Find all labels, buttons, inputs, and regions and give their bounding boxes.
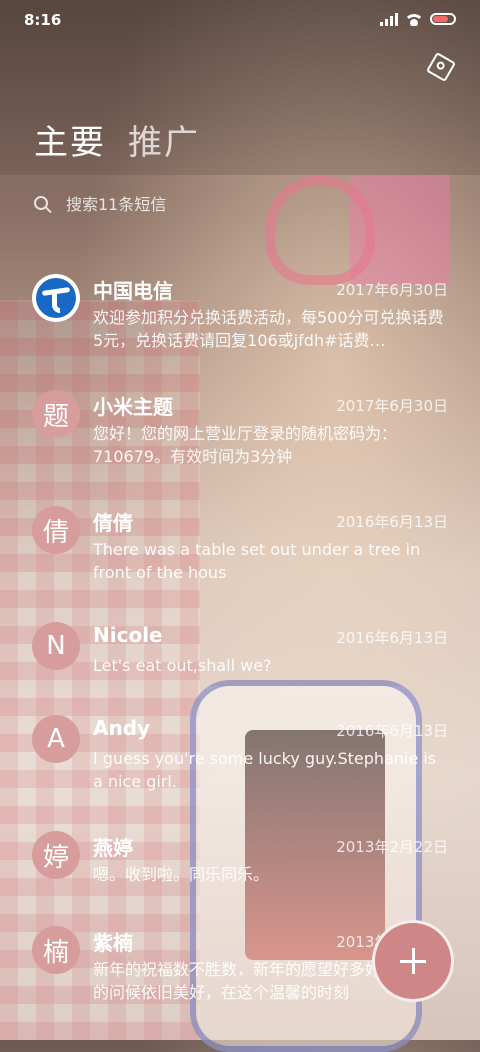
new-message-button[interactable] [372, 920, 454, 1002]
avatar[interactable]: A [32, 715, 80, 763]
status-icons [380, 12, 456, 26]
message-preview: I guess you're some lucky guy.Stephanie … [93, 749, 437, 791]
message-preview: There was a table set out under a tree i… [93, 540, 421, 582]
message-date: 2016年6月13日 [336, 722, 448, 740]
avatar[interactable]: 婷 [32, 831, 80, 879]
message-preview: 欢迎参加积分兑换话费活动，每500分可兑换话费5元，兑换话费请回复106或jfd… [93, 308, 444, 350]
search-bar[interactable]: 搜索11条短信 [34, 186, 454, 220]
contact-name: 倩倩 [93, 511, 133, 535]
search-input[interactable]: 搜索11条短信 [66, 191, 166, 215]
contact-name: 小米主题 [93, 395, 173, 419]
message-date: 2017年6月30日 [336, 281, 448, 299]
status-bar: 8:16 [0, 0, 480, 40]
message-preview: Let's eat out,shall we? [93, 656, 272, 675]
avatar[interactable] [32, 274, 80, 322]
tab-bar: 主要 推广 [34, 115, 200, 164]
tab-promotions[interactable]: 推广 [128, 115, 200, 164]
settings-icon[interactable] [425, 51, 457, 83]
message-date: 2017年6月30日 [336, 397, 448, 415]
status-time: 8:16 [24, 11, 62, 29]
contact-name: 燕婷 [93, 836, 133, 860]
avatar[interactable]: N [32, 622, 80, 670]
signal-icon [380, 12, 398, 26]
contact-name: Nicole [93, 623, 163, 647]
search-icon [34, 196, 48, 210]
contact-name: 中国电信 [93, 279, 173, 303]
message-date: 2016年6月13日 [336, 629, 448, 647]
message-preview: 嗯。收到啦。同乐同乐。 [93, 865, 270, 884]
avatar[interactable]: 倩 [32, 506, 80, 554]
china-telecom-logo-icon [36, 278, 76, 318]
avatar[interactable]: 题 [32, 390, 80, 438]
message-preview: 您好！您的网上营业厅登录的随机密码为：710679。有效时间为3分钟 [93, 424, 398, 466]
message-date: 2016年6月13日 [336, 513, 448, 531]
contact-name: Andy [93, 716, 151, 740]
message-date: 2013年2月22日 [336, 838, 448, 856]
battery-icon [430, 13, 456, 25]
plus-icon [400, 948, 426, 974]
battery-level [433, 16, 448, 22]
wifi-icon [405, 12, 423, 26]
avatar[interactable]: 楠 [32, 926, 80, 974]
contact-name: 紫楠 [93, 931, 133, 955]
tab-primary[interactable]: 主要 [34, 115, 106, 164]
